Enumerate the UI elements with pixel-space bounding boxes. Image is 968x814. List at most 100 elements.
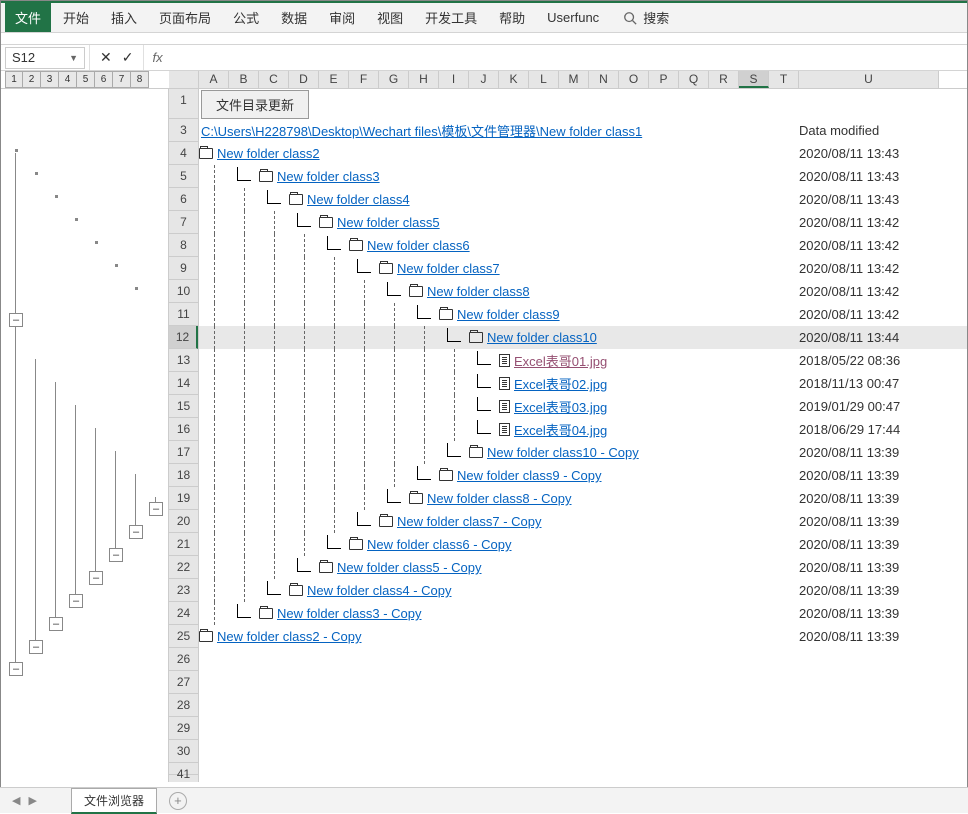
row-header-20[interactable]: 20 (169, 510, 198, 533)
row-header-30[interactable]: 30 (169, 740, 198, 763)
col-header-U[interactable]: U (799, 71, 939, 88)
outline-collapse-button[interactable]: – (29, 640, 43, 654)
row-header-29[interactable]: 29 (169, 717, 198, 740)
sheet-tab[interactable]: 文件浏览器 (71, 788, 157, 814)
col-header-C[interactable]: C (259, 71, 289, 88)
row-header-17[interactable]: 17 (169, 441, 198, 464)
folder-link[interactable]: New folder class4 (307, 192, 410, 207)
col-header-I[interactable]: I (439, 71, 469, 88)
outline-collapse-button[interactable]: – (89, 571, 103, 585)
col-header-S[interactable]: S (739, 71, 769, 88)
folder-link[interactable]: New folder class2 (217, 146, 320, 161)
file-link[interactable]: Excel表哥04.jpg (514, 420, 607, 439)
row-header-13[interactable]: 13 (169, 349, 198, 372)
col-header-K[interactable]: K (499, 71, 529, 88)
row-header-27[interactable]: 27 (169, 671, 198, 694)
outline-level-1[interactable]: 1 (5, 71, 23, 88)
row-header-11[interactable]: 11 (169, 303, 198, 326)
row-header-21[interactable]: 21 (169, 533, 198, 556)
outline-level-7[interactable]: 7 (113, 71, 131, 88)
outline-collapse-button[interactable]: – (9, 662, 23, 676)
row-header-18[interactable]: 18 (169, 464, 198, 487)
update-directory-button[interactable]: 文件目录更新 (201, 90, 309, 119)
ribbon-tab-页面布局[interactable]: 页面布局 (149, 3, 221, 32)
add-sheet-button[interactable]: + (169, 792, 187, 810)
name-box-dropdown-icon[interactable]: ▼ (69, 53, 78, 63)
select-all-corner[interactable] (169, 71, 199, 88)
search-label[interactable]: 搜索 (643, 8, 669, 27)
outline-collapse-button[interactable]: – (129, 525, 143, 539)
col-header-F[interactable]: F (349, 71, 379, 88)
ribbon-tab-开始[interactable]: 开始 (53, 3, 99, 32)
path-link[interactable]: C:\Users\H228798\Desktop\Wechart files\模… (201, 121, 642, 140)
row-header-6[interactable]: 6 (169, 188, 198, 211)
folder-link[interactable]: New folder class6 - Copy (367, 537, 512, 552)
folder-link[interactable]: New folder class8 (427, 284, 530, 299)
row-header-16[interactable]: 16 (169, 418, 198, 441)
row-header-8[interactable]: 8 (169, 234, 198, 257)
row-header-1[interactable]: 1 (169, 89, 198, 119)
outline-collapse-button[interactable]: – (9, 313, 23, 327)
folder-link[interactable]: New folder class4 - Copy (307, 583, 452, 598)
sheet-nav-next-icon[interactable]: ▶ (24, 794, 40, 807)
ribbon-tab-视图[interactable]: 视图 (367, 3, 413, 32)
folder-link[interactable]: New folder class2 - Copy (217, 629, 362, 644)
row-header-28[interactable]: 28 (169, 694, 198, 717)
outline-level-8[interactable]: 8 (131, 71, 149, 88)
col-header-A[interactable]: A (199, 71, 229, 88)
folder-link[interactable]: New folder class6 (367, 238, 470, 253)
col-header-O[interactable]: O (619, 71, 649, 88)
row-header-24[interactable]: 24 (169, 602, 198, 625)
ribbon-tab-开发工具[interactable]: 开发工具 (415, 3, 487, 32)
col-header-B[interactable]: B (229, 71, 259, 88)
folder-link[interactable]: New folder class3 - Copy (277, 606, 422, 621)
ribbon-tab-公式[interactable]: 公式 (223, 3, 269, 32)
outline-level-2[interactable]: 2 (23, 71, 41, 88)
outline-level-4[interactable]: 4 (59, 71, 77, 88)
folder-link[interactable]: New folder class10 - Copy (487, 445, 639, 460)
row-header-4[interactable]: 4 (169, 142, 198, 165)
ribbon-tab-审阅[interactable]: 审阅 (319, 3, 365, 32)
col-header-J[interactable]: J (469, 71, 499, 88)
file-link[interactable]: Excel表哥03.jpg (514, 397, 607, 416)
file-link[interactable]: Excel表哥02.jpg (514, 374, 607, 393)
ribbon-tab-文件[interactable]: 文件 (5, 3, 51, 32)
col-header-N[interactable]: N (589, 71, 619, 88)
col-header-D[interactable]: D (289, 71, 319, 88)
sheet-nav-prev-icon[interactable]: ◀ (8, 794, 24, 807)
ribbon-tab-插入[interactable]: 插入 (101, 3, 147, 32)
col-header-T[interactable]: T (769, 71, 799, 88)
outline-collapse-button[interactable]: – (109, 548, 123, 562)
col-header-H[interactable]: H (409, 71, 439, 88)
folder-link[interactable]: New folder class9 (457, 307, 560, 322)
col-header-P[interactable]: P (649, 71, 679, 88)
col-header-M[interactable]: M (559, 71, 589, 88)
row-header-3[interactable]: 3 (169, 119, 198, 142)
folder-link[interactable]: New folder class3 (277, 169, 380, 184)
folder-link[interactable]: New folder class5 - Copy (337, 560, 482, 575)
col-header-E[interactable]: E (319, 71, 349, 88)
outline-collapse-button[interactable]: – (49, 617, 63, 631)
row-header-22[interactable]: 22 (169, 556, 198, 579)
folder-link[interactable]: New folder class10 (487, 330, 597, 345)
outline-level-6[interactable]: 6 (95, 71, 113, 88)
folder-link[interactable]: New folder class7 - Copy (397, 514, 542, 529)
outline-level-5[interactable]: 5 (77, 71, 95, 88)
outline-collapse-button[interactable]: – (69, 594, 83, 608)
row-header-23[interactable]: 23 (169, 579, 198, 602)
ribbon-tab-Userfunc[interactable]: Userfunc (537, 5, 609, 30)
outline-collapse-button[interactable]: – (149, 502, 163, 516)
row-header-7[interactable]: 7 (169, 211, 198, 234)
name-box[interactable]: S12 ▼ (5, 47, 85, 69)
row-header-15[interactable]: 15 (169, 395, 198, 418)
col-header-G[interactable]: G (379, 71, 409, 88)
outline-level-3[interactable]: 3 (41, 71, 59, 88)
col-header-Q[interactable]: Q (679, 71, 709, 88)
folder-link[interactable]: New folder class7 (397, 261, 500, 276)
cancel-icon[interactable]: ✕ (100, 49, 112, 66)
row-header-25[interactable]: 25 (169, 625, 198, 648)
col-header-L[interactable]: L (529, 71, 559, 88)
row-header-12[interactable]: 12 (169, 326, 198, 349)
folder-link[interactable]: New folder class9 - Copy (457, 468, 602, 483)
ribbon-tab-数据[interactable]: 数据 (271, 3, 317, 32)
